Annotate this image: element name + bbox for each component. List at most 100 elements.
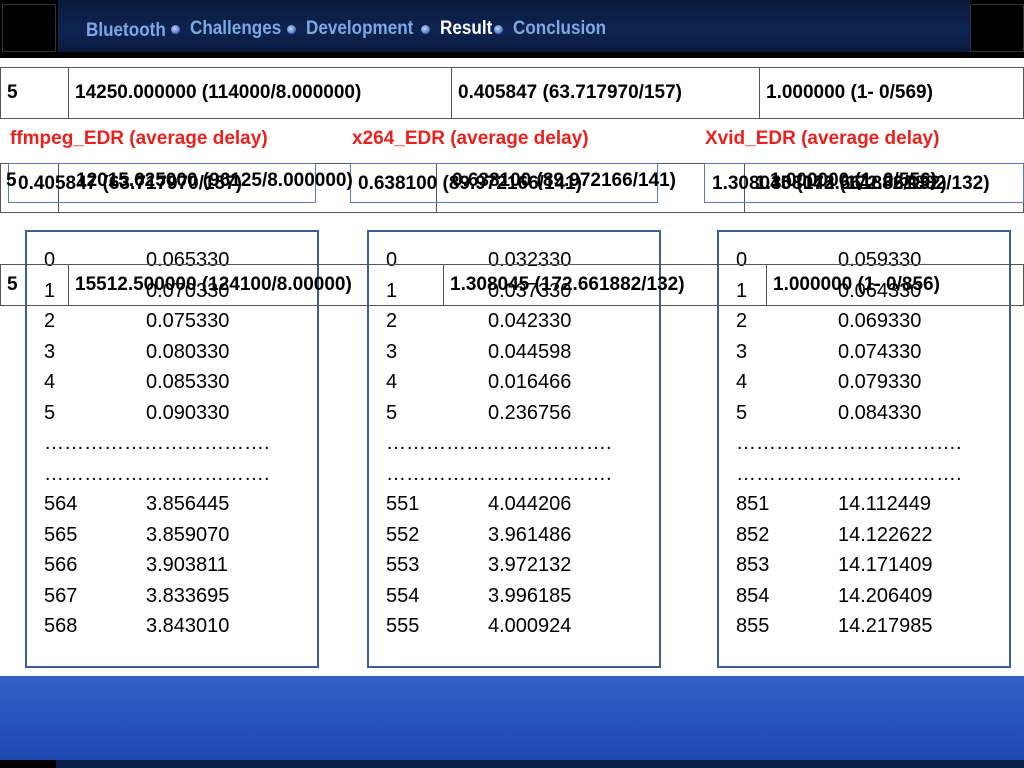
- list-item: 553 3.972132: [386, 550, 612, 581]
- row-index: 565: [44, 523, 78, 546]
- table-cell: 5: [0, 67, 69, 119]
- row-value: 0.236756: [488, 401, 572, 424]
- ellipsis-line: …………………………….: [736, 462, 962, 485]
- row-value: 0.044598: [488, 340, 572, 363]
- row-value: 0.042330: [488, 310, 572, 332]
- nav-bullet-icon: [494, 24, 504, 34]
- row-index: 5: [386, 401, 398, 424]
- table-row: 5 15512.500000 (124100/8.00000) 1.308045…: [0, 264, 1024, 306]
- row-value: 0.090330: [146, 401, 230, 424]
- list-item: 854 14.206409: [736, 581, 962, 612]
- row-value: 4.000924: [488, 615, 572, 637]
- bottom-corner-block: [0, 760, 56, 768]
- overlap-row: 5 0.405847 (63.717970/157) 12015.625000 …: [0, 163, 1024, 213]
- list-item: 564 3.856445: [44, 489, 270, 520]
- row-value: 0.016466: [488, 371, 572, 393]
- row-value: 0.080330: [146, 340, 230, 363]
- row-index: 553: [386, 554, 420, 576]
- row-value: 3.903811: [146, 554, 228, 576]
- list-item: 4 0.016466: [386, 367, 612, 398]
- top-bar: Bluetooth Challenges Development Result …: [0, 0, 1024, 58]
- list-item: 566 3.903811: [44, 550, 270, 581]
- row-value: 3.833695: [146, 584, 230, 607]
- list-item: 554 3.996185: [386, 581, 612, 612]
- ellipsis-line: …………………………….: [386, 462, 612, 485]
- nav-bullet-icon: [421, 24, 431, 34]
- ellipsis-line: …………………………….: [44, 432, 270, 454]
- row-index: 566: [44, 554, 78, 576]
- row-value: 0.084330: [838, 401, 922, 424]
- row-value: 14.112449: [838, 493, 932, 515]
- list-item: 551 4.044206: [386, 489, 612, 520]
- list-item: 3 0.080330: [44, 337, 270, 368]
- nav-item-development[interactable]: Development: [306, 18, 413, 40]
- row-value: 14.171409: [838, 554, 933, 576]
- row-value: 14.217985: [838, 615, 933, 637]
- row-value: 3.859070: [146, 523, 230, 546]
- ellipsis-line: …………………………….: [386, 432, 612, 454]
- row-index: 2: [386, 310, 398, 332]
- corner-block-left: [2, 4, 56, 52]
- row-value: 4.044206: [488, 493, 572, 515]
- row-index: 3: [736, 340, 748, 363]
- list-item: 567 3.833695: [44, 581, 270, 612]
- row-index: 555: [386, 615, 420, 637]
- row-value: 3.996185: [488, 584, 572, 607]
- list-item: 5 0.236756: [386, 398, 612, 429]
- row-index: 552: [386, 523, 420, 546]
- list-item: 565 3.859070: [44, 520, 270, 551]
- list-item: 3 0.074330: [736, 337, 962, 368]
- row-index: 4: [386, 371, 398, 393]
- row-index: 5: [44, 401, 56, 424]
- nav-item-result[interactable]: Result: [440, 18, 492, 40]
- row-value: 3.856445: [146, 493, 230, 515]
- nav-item-challenges[interactable]: Challenges: [190, 18, 281, 40]
- overlap-text: 12015.625000 (96125/8.000000): [76, 170, 353, 191]
- ellipsis-line: …………………………….: [44, 462, 270, 485]
- row-value: 3.972132: [488, 554, 572, 576]
- heading-x264: x264_EDR (average delay): [352, 128, 589, 149]
- list-item: 4 0.085330: [44, 367, 270, 398]
- bottom-strip: [0, 760, 1024, 768]
- table-cell: 1.000000 (1- 0/856): [766, 264, 1024, 306]
- row-index: 567: [44, 584, 78, 607]
- summary-table-bottom: 5 15512.500000 (124100/8.00000) 1.308045…: [0, 264, 1024, 306]
- row-index: 2: [736, 310, 748, 332]
- list-item: 852 14.122622: [736, 520, 962, 551]
- row-index: 854: [736, 584, 770, 607]
- row-index: 568: [44, 615, 78, 637]
- row-index: 4: [736, 371, 748, 393]
- nav-item-bluetooth[interactable]: Bluetooth: [86, 20, 166, 42]
- table-cell: 5: [0, 264, 69, 306]
- list-item: 5 0.084330: [736, 398, 962, 429]
- list-item: 4 0.079330: [736, 367, 962, 398]
- row-value: 14.206409: [838, 584, 933, 607]
- list-item: 555 4.000924: [386, 611, 612, 642]
- list-item: 568 3.843010: [44, 611, 270, 642]
- table-cell: 0.405847 (63.717970/157): [451, 67, 760, 119]
- row-index: 855: [736, 615, 770, 637]
- nav-item-conclusion[interactable]: Conclusion: [513, 18, 606, 40]
- heading-xvid: Xvid_EDR (average delay): [705, 128, 940, 149]
- list-item: 2 0.075330: [44, 306, 270, 337]
- table-row: 5 14250.000000 (114000/8.000000) 0.40584…: [0, 67, 1024, 119]
- row-index: 852: [736, 523, 770, 546]
- nav-bullet-icon: [170, 24, 180, 34]
- table-cell: 14250.000000 (114000/8.000000): [68, 67, 452, 119]
- row-value: 3.843010: [146, 615, 230, 637]
- list-item: 5 0.090330: [44, 398, 270, 429]
- ellipsis-line: …………………………….: [736, 432, 962, 454]
- row-index: 554: [386, 584, 420, 607]
- table-cell: 1.308045 (172.661882/132): [443, 264, 767, 306]
- row-value: 0.069330: [838, 310, 922, 332]
- overlap-text: 1.308045 (172.661882/132): [755, 173, 990, 194]
- list-item: 2 0.042330: [386, 306, 612, 337]
- row-value: 0.075330: [146, 310, 230, 332]
- row-value: 14.122622: [838, 523, 933, 546]
- row-value: 0.079330: [838, 371, 922, 393]
- table-cell: 1.000000 (1- 0/569): [759, 67, 1024, 119]
- row-index: 851: [736, 493, 770, 515]
- row-value: 0.074330: [838, 340, 922, 363]
- summary-table-top: 5 14250.000000 (114000/8.000000) 0.40584…: [0, 67, 1024, 119]
- list-item: 552 3.961486: [386, 520, 612, 551]
